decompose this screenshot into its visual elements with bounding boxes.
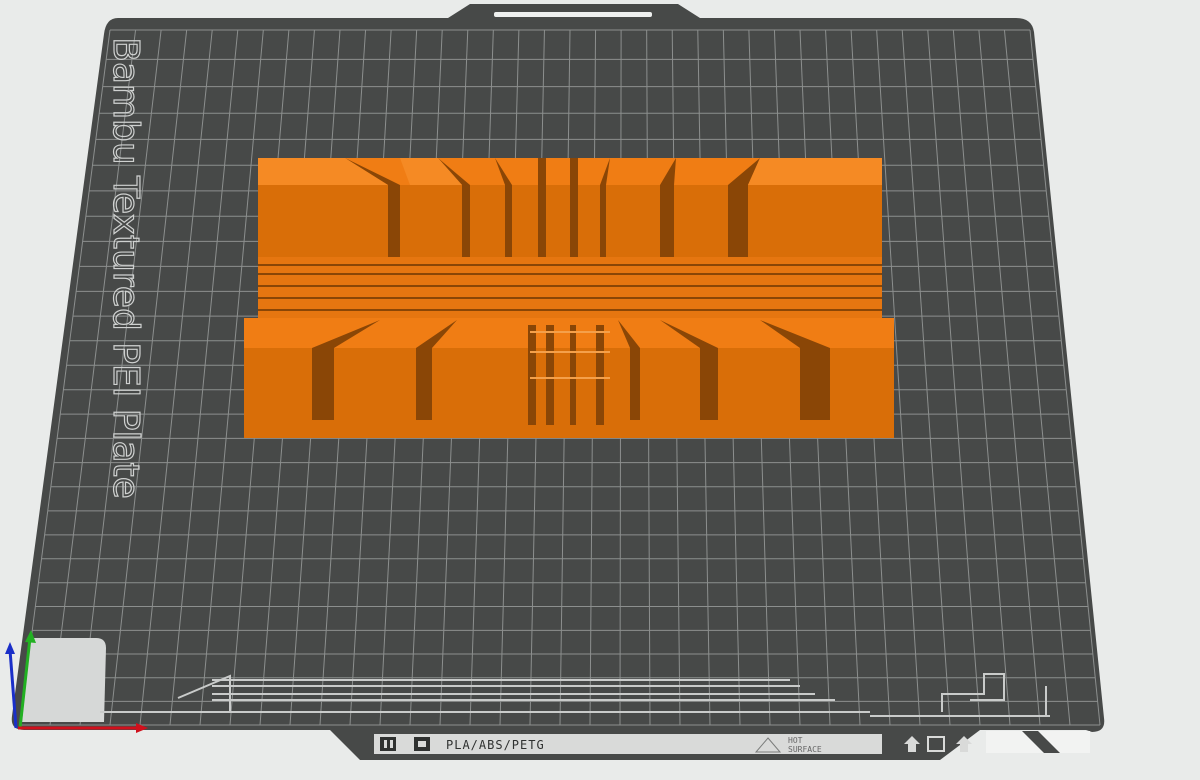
build-plate-viewport[interactable]: Bambu Textured PEI Plate PLA/ABS/PETG HO… — [0, 0, 1200, 780]
logo-icon — [380, 737, 396, 751]
material-compat-label: PLA/ABS/PETG — [446, 738, 545, 752]
qr-icon — [414, 737, 430, 751]
plate-title-text: Bambu Textured PEI Plate — [105, 37, 146, 499]
hot-surface-line1: HOT — [788, 736, 803, 745]
model-object[interactable] — [244, 158, 894, 438]
plate-handle-slot — [494, 12, 652, 17]
z-axis-arrow-icon — [5, 642, 15, 654]
hot-surface-line2: SURFACE — [788, 745, 822, 754]
origin-pad — [22, 638, 106, 722]
model-front-face — [244, 348, 894, 438]
